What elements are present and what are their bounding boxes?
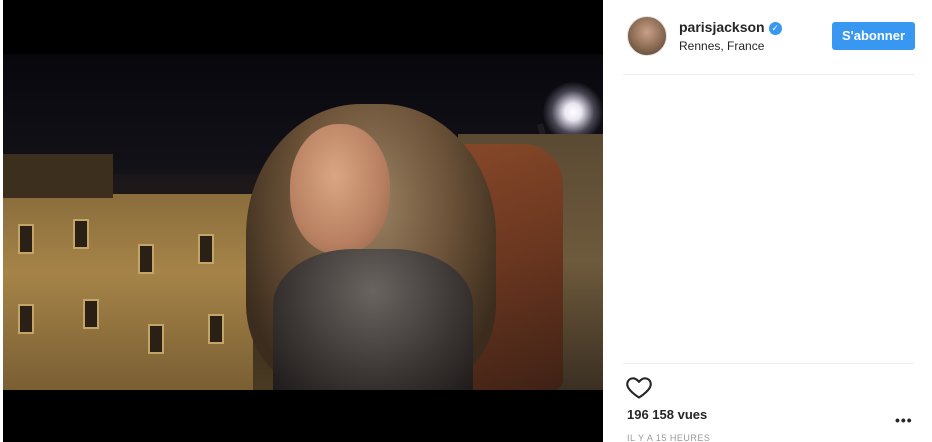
divider	[623, 363, 915, 364]
follow-button[interactable]: S'abonner	[832, 22, 915, 50]
divider	[623, 74, 915, 75]
username-text[interactable]: parisjackson	[679, 19, 765, 35]
username-link[interactable]: parisjackson ✓	[679, 19, 782, 35]
location-link[interactable]: Rennes, France	[679, 39, 764, 53]
street-lamp	[543, 82, 603, 142]
more-options-icon[interactable]: •••	[895, 412, 913, 428]
avatar[interactable]	[627, 16, 667, 56]
video-player[interactable]	[3, 0, 603, 442]
view-count: 196 158 vues	[627, 407, 708, 422]
heart-icon[interactable]	[625, 373, 653, 401]
person-face	[290, 124, 390, 254]
post-header: parisjackson ✓ Rennes, France S'abonner	[627, 16, 917, 56]
video-frame[interactable]	[3, 54, 603, 390]
person-scarf	[273, 249, 473, 390]
post-timestamp[interactable]: IL Y A 15 HEURES	[627, 433, 710, 442]
post-sidebar: parisjackson ✓ Rennes, France S'abonner 1…	[603, 0, 932, 442]
building-left	[3, 154, 253, 390]
verified-badge-icon: ✓	[768, 22, 782, 35]
